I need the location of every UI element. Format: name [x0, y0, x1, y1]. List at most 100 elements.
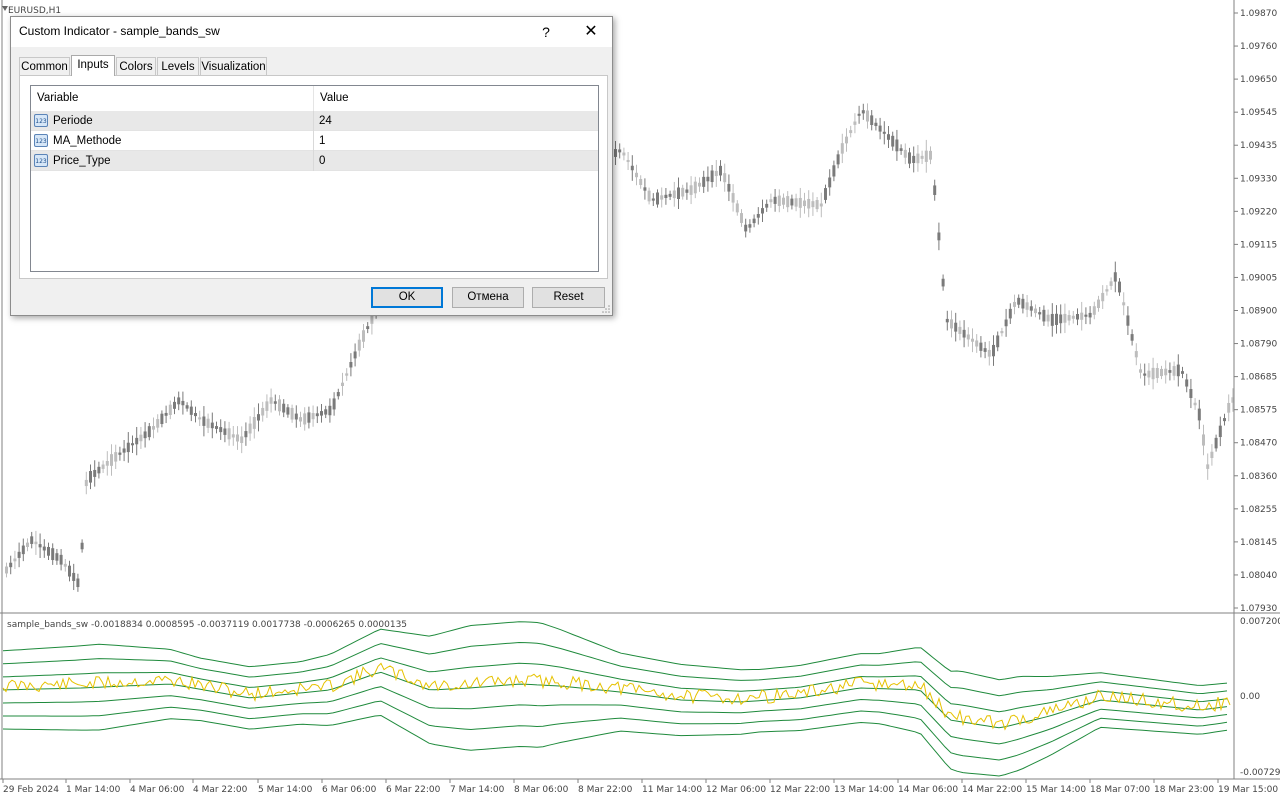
candle-body [63, 563, 67, 567]
candle-body [1109, 281, 1113, 286]
header-variable[interactable]: Variable [31, 86, 313, 111]
price-tick-label: 1.08900 [1240, 307, 1277, 317]
candle-body [656, 192, 659, 205]
price-tick-label: 1.09330 [1240, 174, 1277, 184]
candle-body [1042, 309, 1046, 322]
candle-body [857, 113, 861, 116]
candle-body [803, 200, 806, 207]
price-tick-label: 1.09115 [1240, 240, 1277, 250]
candle-body [626, 159, 630, 163]
candle-body [643, 187, 647, 191]
tab-levels[interactable]: Levels [157, 57, 199, 75]
candle-body [950, 319, 953, 329]
reset-button[interactable]: Reset [532, 287, 605, 308]
time-tick-label: 5 Mar 14:00 [258, 785, 313, 795]
price-tick-label: 1.09545 [1240, 108, 1277, 118]
candle-body [849, 130, 853, 134]
candle-body [240, 436, 244, 444]
dialog-titlebar[interactable]: Custom Indicator - sample_bands_sw ? ✕ [11, 17, 612, 47]
candle-body [72, 572, 76, 581]
resize-grip-icon[interactable] [602, 305, 610, 313]
candle-body [916, 153, 920, 164]
tab-common[interactable]: Common [19, 57, 70, 75]
candle-body [17, 551, 21, 558]
candle-body [807, 198, 811, 209]
candle-body [1025, 302, 1029, 310]
cancel-button[interactable]: Отмена [452, 287, 524, 308]
candle-body [622, 152, 626, 156]
candle-body [101, 464, 105, 469]
time-tick-label: 6 Mar 06:00 [322, 785, 377, 795]
tab-colors[interactable]: Colors [116, 57, 156, 75]
time-tick-label: 11 Mar 14:00 [642, 785, 702, 795]
grid-row-price-type[interactable]: 123 Price_Type 0 [31, 151, 598, 171]
candle-body [47, 546, 50, 556]
candle-body [693, 181, 697, 194]
candle-body [1126, 315, 1130, 326]
candle-body [958, 326, 962, 334]
candle-body [819, 203, 823, 207]
candle-body [1118, 281, 1121, 293]
close-button[interactable]: ✕ [577, 21, 605, 43]
candle-body [135, 437, 139, 445]
candle-body [677, 187, 680, 199]
candle-body [870, 115, 874, 126]
price-tick-label: 1.08255 [1240, 505, 1277, 515]
candle-body [740, 213, 743, 223]
candle-body [1227, 402, 1231, 413]
candle-body [1181, 371, 1184, 374]
candle-body [51, 548, 55, 561]
candle-body [1038, 312, 1042, 315]
candle-body [315, 413, 319, 417]
tab-inputs[interactable]: Inputs [71, 55, 115, 76]
candle-body [769, 199, 773, 203]
candle-body [55, 553, 59, 561]
candle-body [290, 407, 294, 420]
tab-visualization[interactable]: Visualization [200, 57, 267, 75]
candle-body [1143, 373, 1147, 376]
price-tick-label: 1.09005 [1240, 273, 1277, 283]
candle-body [1071, 315, 1075, 319]
candle-body [59, 554, 63, 565]
grid-row-ma-methode[interactable]: 123 MA_Methode 1 [31, 131, 598, 151]
candle-body [1214, 437, 1218, 449]
candle-body [210, 422, 214, 429]
grid-row-periode[interactable]: 123 Periode 24 [31, 111, 598, 131]
price-tick-label: 1.08685 [1240, 373, 1277, 383]
time-tick-label: 7 Mar 14:00 [450, 785, 505, 795]
candle-body [1076, 313, 1079, 320]
candle-body [84, 479, 88, 487]
candle-body [1084, 314, 1088, 317]
candle-body [311, 413, 315, 420]
candle-body [345, 373, 349, 376]
time-tick-label: 1 Mar 14:00 [66, 785, 121, 795]
row-value[interactable]: 0 [319, 151, 325, 171]
ok-button[interactable]: OK [371, 287, 443, 308]
row-value[interactable]: 1 [319, 131, 325, 151]
candle-body [719, 165, 722, 176]
candle-body [1101, 292, 1105, 302]
candle-body [1155, 367, 1159, 379]
candle-body [1218, 425, 1222, 438]
candle-body [152, 426, 155, 430]
indicator-tick-label: -0.0072955 [1240, 768, 1280, 778]
candle-body [9, 562, 13, 568]
row-value[interactable]: 24 [319, 111, 332, 131]
candle-body [143, 431, 147, 439]
candle-body [908, 152, 911, 164]
candle-body [668, 193, 672, 197]
header-value[interactable]: Value [314, 86, 598, 111]
candle-body [1223, 418, 1226, 422]
row-variable: Price_Type [53, 155, 111, 167]
candle-body [147, 426, 151, 438]
candle-body [685, 189, 689, 193]
candle-body [790, 198, 794, 206]
candle-body [122, 448, 126, 453]
candle-body [903, 149, 907, 158]
candle-body [139, 434, 143, 442]
time-tick-label: 19 Mar 15:00 [1218, 785, 1278, 795]
indicator-tick-label: 0.00 [1240, 692, 1260, 702]
help-button[interactable]: ? [536, 21, 556, 43]
candle-body [194, 413, 197, 417]
candle-body [273, 401, 277, 404]
